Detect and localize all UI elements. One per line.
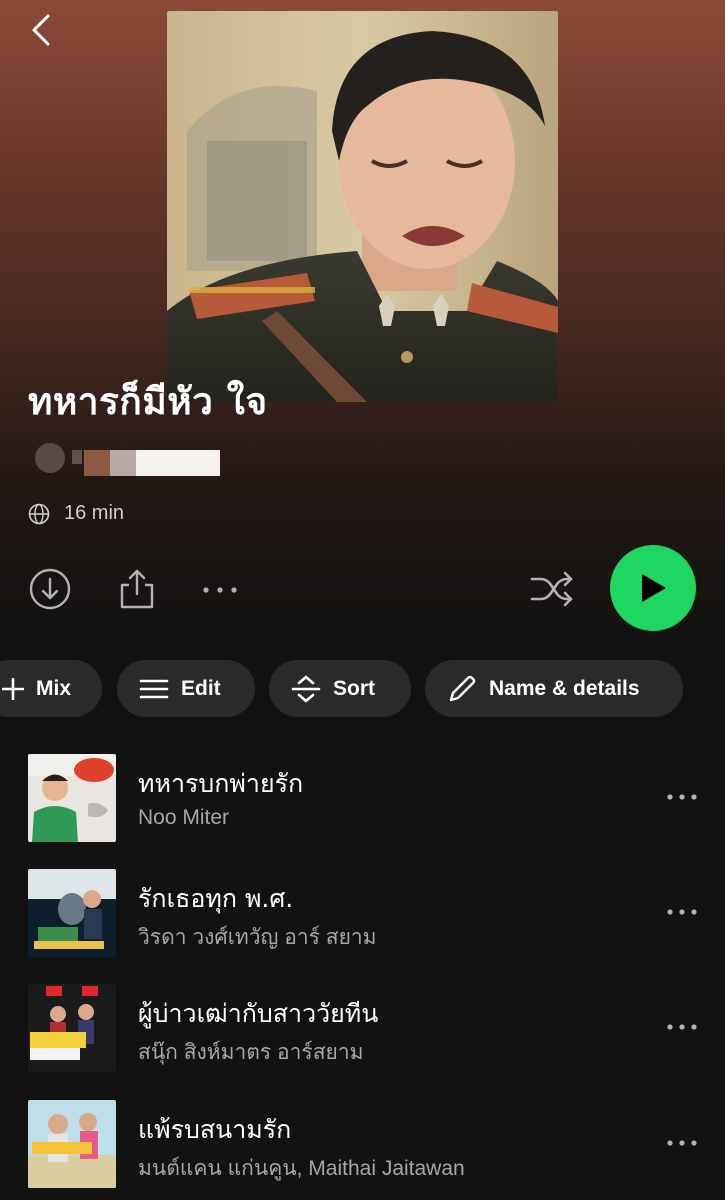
play-icon [642, 574, 666, 602]
play-button[interactable] [610, 545, 696, 631]
plus-icon [2, 677, 24, 700]
track-row[interactable]: แพ้รบสนามรัก มนต์แคน แก่นคูน, Maithai Ja… [0, 1100, 725, 1200]
name-details-chip-label: Name & details [489, 676, 640, 700]
list-icon [139, 679, 169, 698]
more-horizontal-icon [203, 587, 237, 593]
shuffle-button[interactable] [528, 567, 576, 611]
name-details-chip[interactable]: Name & details [425, 660, 683, 717]
track-row[interactable]: รักเธอทุก พ.ศ. วิรดา วงศ์เทวัญ อาร์ สยาม [0, 869, 725, 969]
track-title: ผู้บ่าวเฒ่ากับสาววัยทีน [138, 999, 379, 1028]
track-artwork [28, 1100, 116, 1188]
more-horizontal-icon [667, 794, 697, 800]
download-button[interactable] [28, 567, 72, 611]
back-button[interactable] [22, 10, 62, 50]
more-horizontal-icon [667, 1140, 697, 1146]
track-artwork [28, 869, 116, 957]
track-artwork [28, 984, 116, 1072]
chevron-left-icon [32, 14, 50, 46]
owner-info[interactable] [28, 436, 228, 480]
track-artist: วิรดา วงศ์เทวัญ อาร์ สยาม [138, 926, 377, 949]
share-button[interactable] [116, 567, 158, 611]
track-artist: Noo Miter [138, 806, 230, 829]
more-horizontal-icon [667, 1024, 697, 1030]
track-more-button[interactable] [660, 1128, 706, 1158]
edit-chip[interactable]: Edit [117, 660, 255, 717]
track-artwork [28, 754, 116, 842]
edit-chip-label: Edit [181, 676, 221, 700]
track-title: รักเธอทุก พ.ศ. [138, 884, 294, 913]
owner-avatar [35, 443, 220, 476]
more-options-button[interactable] [200, 575, 240, 605]
share-icon [120, 569, 154, 609]
playlist-meta: 16 min [28, 502, 124, 525]
track-title: แพ้รบสนามรัก [138, 1115, 292, 1144]
track-title: ทหารบกพ่ายรัก [138, 769, 304, 798]
mix-chip[interactable]: Mix [0, 660, 102, 717]
playlist-cover-image [167, 11, 558, 402]
track-artist: มนต์แคน แก่นคูน, Maithai Jaitawan [138, 1157, 465, 1180]
globe-icon [28, 503, 50, 524]
shuffle-icon [530, 571, 573, 607]
sort-chip[interactable]: Sort [269, 660, 411, 717]
track-more-button[interactable] [660, 897, 706, 927]
playlist-title: ทหารก็มีหัว ใจ [28, 380, 268, 423]
track-more-button[interactable] [660, 782, 706, 812]
sort-chip-label: Sort [333, 676, 375, 700]
track-row[interactable]: ผู้บ่าวเฒ่ากับสาววัยทีน สนุ๊ก สิงห์มาตร … [0, 984, 725, 1084]
mix-chip-label: Mix [36, 676, 72, 700]
playlist-duration: 16 min [64, 502, 125, 524]
sort-icon [291, 675, 321, 702]
track-more-button[interactable] [660, 1012, 706, 1042]
download-icon [29, 568, 71, 610]
more-horizontal-icon [667, 909, 697, 915]
track-artist: สนุ๊ก สิงห์มาตร อาร์สยาม [138, 1041, 364, 1064]
chips-row: Mix Edit Sort Name & details [0, 660, 725, 718]
track-row[interactable]: ทหารบกพ่ายรัก Noo Miter [0, 754, 725, 854]
pencil-icon [449, 675, 476, 701]
